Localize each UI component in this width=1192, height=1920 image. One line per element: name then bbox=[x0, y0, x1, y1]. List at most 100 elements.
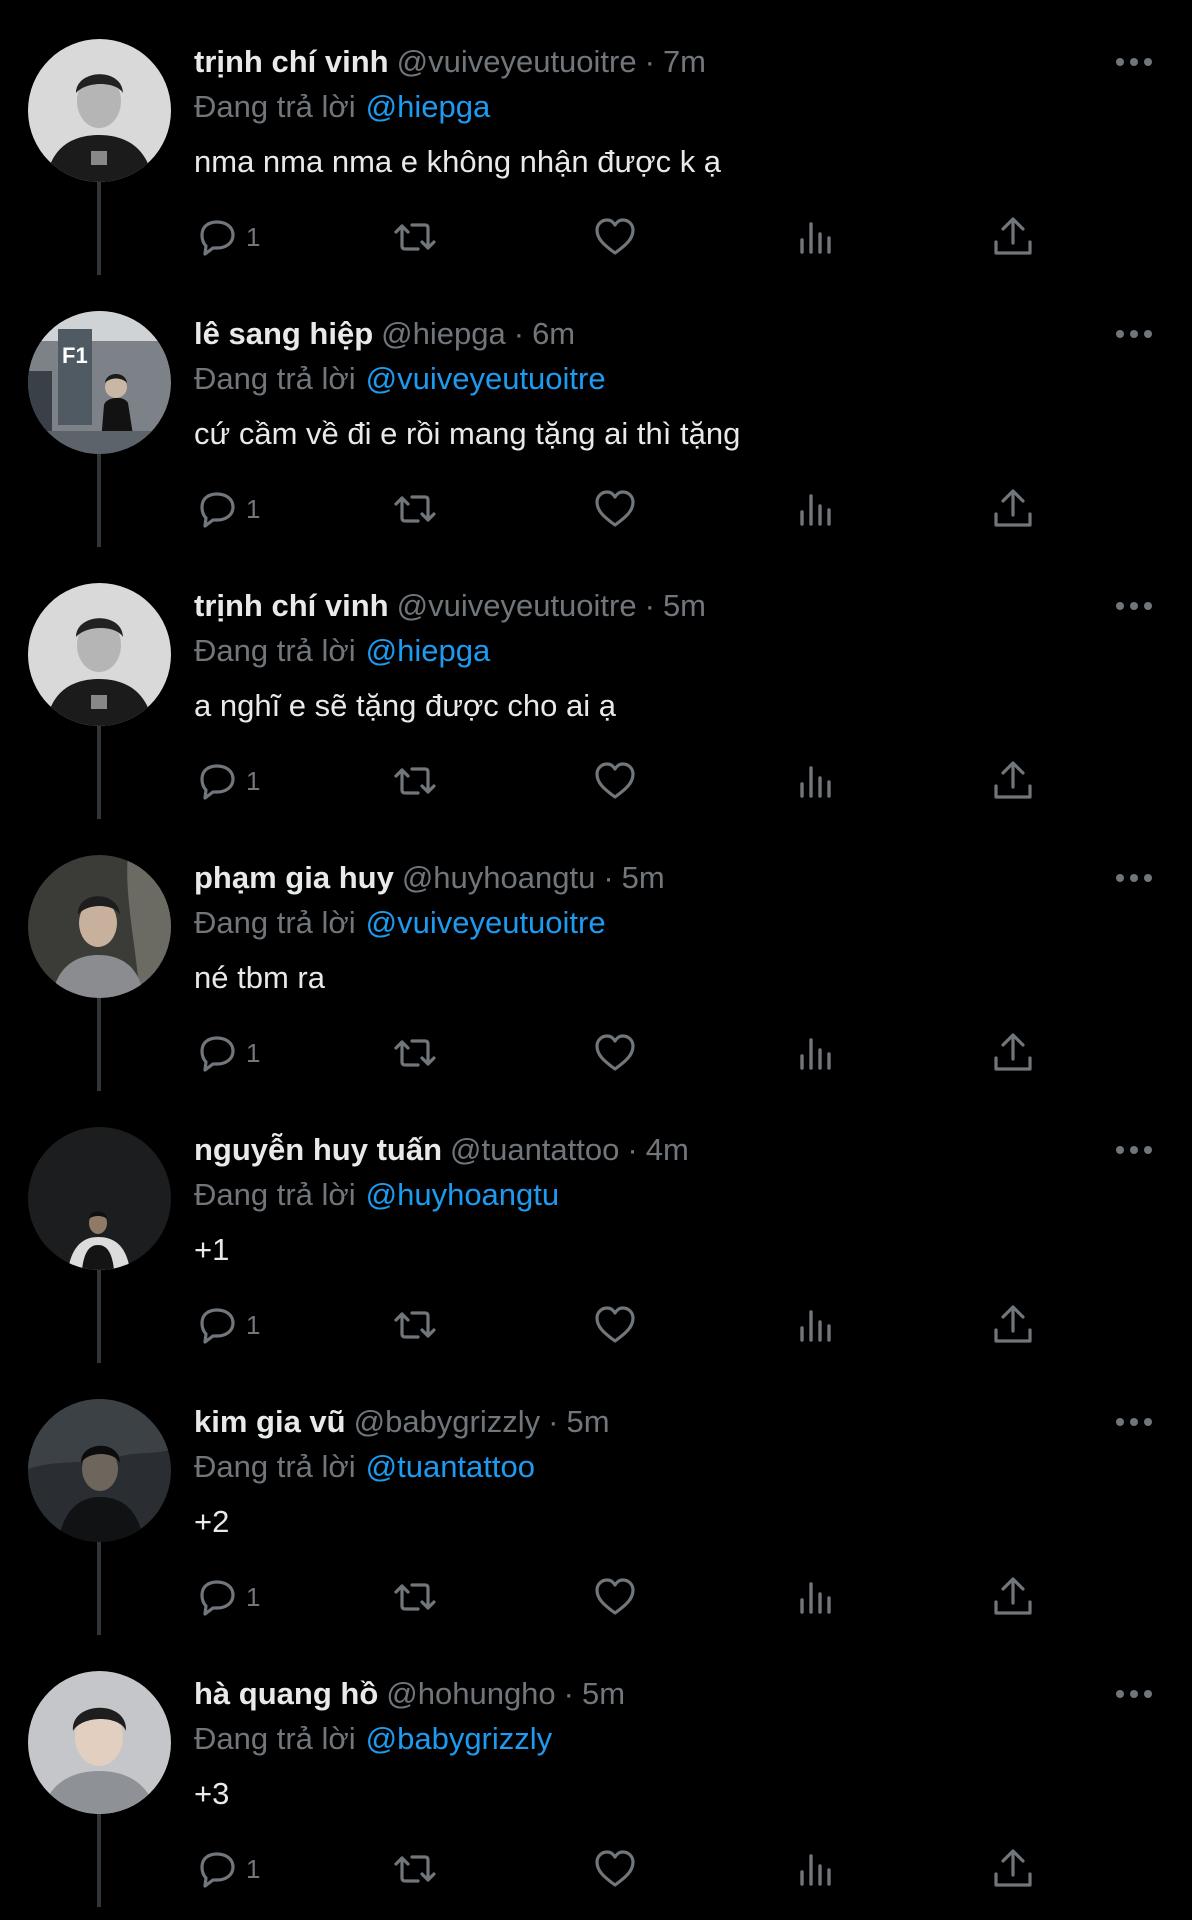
retweet-button[interactable] bbox=[392, 212, 438, 262]
reply-button[interactable]: 1 bbox=[194, 1844, 260, 1894]
tweet[interactable]: F1 lê sang hiệp @hiepga · 6m Đang trả lời @v… bbox=[0, 272, 1192, 547]
reply-button[interactable]: 1 bbox=[194, 1300, 260, 1350]
avatar[interactable] bbox=[28, 1127, 171, 1270]
reply-button[interactable]: 1 bbox=[194, 1028, 260, 1078]
share-button[interactable] bbox=[990, 1300, 1036, 1350]
avatar[interactable] bbox=[28, 1671, 171, 1814]
more-options-button[interactable] bbox=[1110, 318, 1158, 350]
display-name[interactable]: trịnh chí vinh bbox=[194, 588, 389, 623]
like-button[interactable] bbox=[592, 1844, 638, 1894]
user-handle[interactable]: @vuiveyeutuoitre bbox=[397, 588, 637, 623]
replying-to: Đang trả lời @vuiveyeutuoitre bbox=[194, 903, 606, 943]
tweet-text: cứ cầm về đi e rồi mang tặng ai thì tặng bbox=[194, 416, 741, 451]
timestamp[interactable]: 4m bbox=[646, 1132, 689, 1167]
display-name[interactable]: lê sang hiệp bbox=[194, 316, 373, 351]
retweet-button[interactable] bbox=[392, 756, 438, 806]
reply-button[interactable]: 1 bbox=[194, 756, 260, 806]
share-button[interactable] bbox=[990, 212, 1036, 262]
tweet[interactable]: trịnh chí vinh @vuiveyeutuoitre · 5m Đang t… bbox=[0, 544, 1192, 819]
mention-link[interactable]: @hiepga bbox=[366, 633, 491, 668]
more-options-button[interactable] bbox=[1110, 590, 1158, 622]
mention-link[interactable]: @hiepga bbox=[366, 89, 491, 124]
user-handle[interactable]: @hiepga bbox=[381, 316, 506, 351]
user-handle[interactable]: @vuiveyeutuoitre bbox=[397, 44, 637, 79]
tweet[interactable]: nguyễn huy tuấn @tuantattoo · 4m Đang trả l… bbox=[0, 1088, 1192, 1363]
timestamp[interactable]: 6m bbox=[532, 316, 575, 351]
tweet[interactable]: kim gia vũ @babygrizzly · 5m Đang trả lời @t… bbox=[0, 1360, 1192, 1635]
user-handle[interactable]: @tuantattoo bbox=[450, 1132, 619, 1167]
share-icon bbox=[994, 761, 1032, 799]
timestamp[interactable]: 7m bbox=[663, 44, 706, 79]
more-icon bbox=[1116, 58, 1152, 66]
retweet-button[interactable] bbox=[392, 1300, 438, 1350]
views-button[interactable] bbox=[792, 212, 838, 262]
tweet[interactable]: phạm gia huy @huyhoangtu · 5m Đang trả lời @… bbox=[0, 816, 1192, 1091]
more-options-button[interactable] bbox=[1110, 46, 1158, 78]
display-name[interactable]: hà quang hồ bbox=[194, 1676, 378, 1711]
mention-link[interactable]: @tuantattoo bbox=[366, 1449, 535, 1484]
thread-connector bbox=[97, 451, 101, 547]
more-options-button[interactable] bbox=[1110, 1406, 1158, 1438]
tweet[interactable]: trịnh chí vinh @vuiveyeutuoitre · 7m Đang t… bbox=[0, 0, 1192, 275]
display-name[interactable]: phạm gia huy bbox=[194, 860, 394, 895]
views-button[interactable] bbox=[792, 1844, 838, 1894]
share-button[interactable] bbox=[990, 1028, 1036, 1078]
avatar[interactable]: F1 bbox=[28, 311, 171, 454]
tweet[interactable]: hà quang hồ @hohungho · 5m Đang trả lời @bab… bbox=[0, 1632, 1192, 1907]
share-icon bbox=[994, 1033, 1032, 1071]
mention-link[interactable]: @vuiveyeutuoitre bbox=[366, 361, 606, 396]
views-button[interactable] bbox=[792, 756, 838, 806]
retweet-button[interactable] bbox=[392, 1028, 438, 1078]
like-button[interactable] bbox=[592, 1572, 638, 1622]
reply-icon bbox=[200, 492, 235, 528]
retweet-button[interactable] bbox=[392, 1844, 438, 1894]
like-button[interactable] bbox=[592, 756, 638, 806]
like-button[interactable] bbox=[592, 1028, 638, 1078]
avatar[interactable] bbox=[28, 39, 171, 182]
tweet-actions: 1 bbox=[194, 1844, 1074, 1894]
reply-button[interactable]: 1 bbox=[194, 212, 260, 262]
tweet-text: nma nma nma e không nhận được k ạ bbox=[194, 144, 722, 179]
display-name[interactable]: kim gia vũ bbox=[194, 1404, 346, 1439]
tweet-header: nguyễn huy tuấn @tuantattoo · 4m bbox=[194, 1130, 689, 1170]
views-button[interactable] bbox=[792, 1028, 838, 1078]
share-button[interactable] bbox=[990, 1844, 1036, 1894]
reply-count: 1 bbox=[246, 765, 261, 796]
user-handle[interactable]: @huyhoangtu bbox=[402, 860, 596, 895]
mention-link[interactable]: @huyhoangtu bbox=[366, 1177, 560, 1212]
reply-button[interactable]: 1 bbox=[194, 484, 260, 534]
timestamp[interactable]: 5m bbox=[663, 588, 706, 623]
like-button[interactable] bbox=[592, 484, 638, 534]
user-handle[interactable]: @hohungho bbox=[386, 1676, 555, 1711]
share-button[interactable] bbox=[990, 756, 1036, 806]
more-options-button[interactable] bbox=[1110, 1678, 1158, 1710]
analytics-icon bbox=[800, 1310, 831, 1342]
display-name[interactable]: nguyễn huy tuấn bbox=[194, 1132, 442, 1167]
heart-icon bbox=[595, 762, 635, 799]
like-button[interactable] bbox=[592, 1300, 638, 1350]
reply-button[interactable]: 1 bbox=[194, 1572, 260, 1622]
more-options-button[interactable] bbox=[1110, 862, 1158, 894]
avatar[interactable] bbox=[28, 855, 171, 998]
views-button[interactable] bbox=[792, 484, 838, 534]
retweet-button[interactable] bbox=[392, 484, 438, 534]
timestamp[interactable]: 5m bbox=[566, 1404, 609, 1439]
share-button[interactable] bbox=[990, 1572, 1036, 1622]
user-handle[interactable]: @babygrizzly bbox=[354, 1404, 541, 1439]
display-name[interactable]: trịnh chí vinh bbox=[194, 44, 389, 79]
views-button[interactable] bbox=[792, 1572, 838, 1622]
avatar[interactable] bbox=[28, 583, 171, 726]
mention-link[interactable]: @babygrizzly bbox=[366, 1721, 553, 1756]
timestamp[interactable]: 5m bbox=[582, 1676, 625, 1711]
views-button[interactable] bbox=[792, 1300, 838, 1350]
share-icon bbox=[994, 489, 1032, 527]
more-options-button[interactable] bbox=[1110, 1134, 1158, 1166]
avatar[interactable] bbox=[28, 1399, 171, 1542]
mention-link[interactable]: @vuiveyeutuoitre bbox=[366, 905, 606, 940]
analytics-icon bbox=[800, 494, 831, 526]
timestamp[interactable]: 5m bbox=[622, 860, 665, 895]
retweet-button[interactable] bbox=[392, 1572, 438, 1622]
reply-count: 1 bbox=[246, 221, 261, 252]
like-button[interactable] bbox=[592, 212, 638, 262]
share-button[interactable] bbox=[990, 484, 1036, 534]
